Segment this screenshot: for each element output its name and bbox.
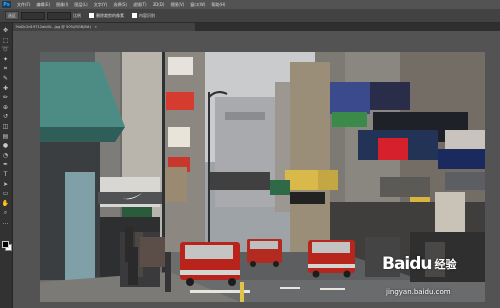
path-select-icon[interactable]: ➤ <box>2 181 9 188</box>
document-tab-title: 7dd2c2d19712ab45...jpg @ 50%(RGB/8#) <box>15 25 92 29</box>
marquee-tool-icon[interactable]: ⬚ <box>2 37 9 44</box>
menu-item-0[interactable]: 文件(F) <box>17 2 30 8</box>
crop-preset-label: 选区 <box>8 12 16 18</box>
more-tools-icon[interactable]: … <box>2 219 9 226</box>
watermark-brand: Baidu <box>382 254 433 274</box>
hand-tool-icon[interactable]: ✋ <box>2 200 9 207</box>
dodge-tool-icon[interactable]: ◔ <box>2 152 9 159</box>
eraser-icon[interactable]: ◫ <box>2 123 9 130</box>
menu-item-1[interactable]: 编辑(E) <box>36 2 50 8</box>
document-tab[interactable]: 7dd2c2d19712ab45...jpg @ 50%(RGB/8#) × <box>13 23 195 31</box>
magic-wand-icon[interactable]: ✦ <box>2 56 9 63</box>
close-tab-icon[interactable]: × <box>94 25 97 29</box>
tools-panel: ✥ ⬚ ➰ ✦ ⌗ ✎ ✚ ✏ ⊕ ↺ ◫ ▤ ● ◔ ✒ T ➤ ▭ ✋ ⌕ … <box>0 23 13 308</box>
menu-item-7[interactable]: 3D(D) <box>153 2 165 7</box>
content-aware-label: 内容识别 <box>139 12 155 18</box>
taxi-left <box>180 242 240 286</box>
photoshop-logo: Ps <box>2 1 11 8</box>
menu-item-5[interactable]: 选择(S) <box>113 2 127 8</box>
crop-tool-icon[interactable]: ⌗ <box>2 65 9 72</box>
watermark-url: jingyan.baidu.com <box>386 288 451 296</box>
healing-brush-icon[interactable]: ✚ <box>2 85 9 92</box>
menu-item-8[interactable]: 视图(V) <box>170 2 184 8</box>
menu-item-4[interactable]: 文字(Y) <box>94 2 108 8</box>
lasso-tool-icon[interactable]: ➰ <box>2 46 9 53</box>
foreground-color-swatch[interactable] <box>2 241 9 248</box>
height-field[interactable] <box>47 11 71 20</box>
brush-tool-icon[interactable]: ✏ <box>2 94 9 101</box>
pen-tool-icon[interactable]: ✒ <box>2 161 9 168</box>
gradient-tool-icon[interactable]: ▤ <box>2 133 9 140</box>
ratio-label: 比例 <box>73 12 81 18</box>
content-aware-checkbox[interactable] <box>132 13 137 18</box>
width-field[interactable] <box>21 11 45 20</box>
menu-item-6[interactable]: 滤镜(T) <box>133 2 147 8</box>
eyedropper-icon[interactable]: ✎ <box>2 75 9 82</box>
delete-cropped-checkbox[interactable] <box>89 13 94 18</box>
delete-cropped-label: 删除裁剪的像素 <box>96 12 124 18</box>
type-tool-icon[interactable]: T <box>2 171 9 178</box>
document-tab-bar: 7dd2c2d19712ab45...jpg @ 50%(RGB/8#) × <box>13 23 500 31</box>
menu-item-2[interactable]: 图像(I) <box>56 2 68 8</box>
rectangle-tool-icon[interactable]: ▭ <box>2 190 9 197</box>
taxi-center <box>247 239 282 267</box>
menu-item-3[interactable]: 图层(L) <box>74 2 87 8</box>
blur-tool-icon[interactable]: ● <box>2 142 9 149</box>
menu-bar: Ps 文件(F) 编辑(E) 图像(I) 图层(L) 文字(Y) 选择(S) 滤镜(T) 3D… <box>0 0 500 9</box>
zoom-tool-icon[interactable]: ⌕ <box>2 209 9 216</box>
baidu-jingyan-watermark: Baidu 经验 <box>382 254 457 274</box>
crop-preset-dropdown[interactable]: 选区 <box>5 11 19 20</box>
menu-item-10[interactable]: 帮助(H) <box>211 2 225 8</box>
move-tool-icon[interactable]: ✥ <box>2 27 9 34</box>
history-brush-icon[interactable]: ↺ <box>2 113 9 120</box>
options-bar: 选区 比例 删除裁剪的像素 内容识别 <box>0 9 500 23</box>
watermark-cn: 经验 <box>434 258 457 271</box>
menu-item-9[interactable]: 窗口(W) <box>190 2 205 8</box>
taxi-right <box>308 240 355 278</box>
clone-stamp-icon[interactable]: ⊕ <box>2 104 9 111</box>
